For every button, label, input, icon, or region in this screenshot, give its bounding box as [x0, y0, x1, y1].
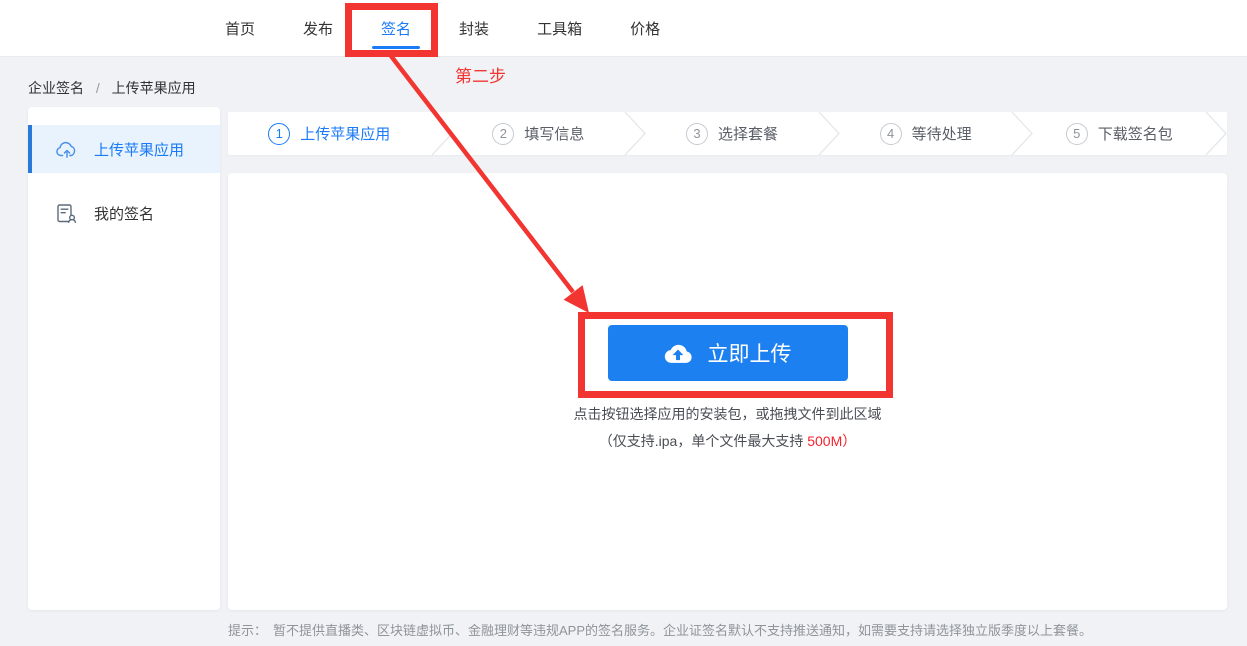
nav-item-package[interactable]: 封装: [459, 18, 489, 39]
main-nav: 首页 发布 签名 封装 工具箱 价格: [0, 0, 1247, 56]
steps-bar: 1 上传苹果应用 2 填写信息 3 选择套餐 4 等待处理 5 下载签名包: [228, 112, 1227, 155]
cloud-upload-icon: [664, 343, 692, 364]
breadcrumb: 企业签名 / 上传苹果应用: [28, 78, 196, 98]
footer-tip: 提示： 暂不提供直播类、区块链虚拟币、金融理财等违规APP的签名服务。企业证签名默…: [228, 620, 1228, 639]
step-label: 选择套餐: [717, 126, 778, 143]
step-number: 5: [1065, 122, 1088, 145]
step-number: 1: [268, 122, 291, 145]
top-navbar: 首页 发布 签名 封装 工具箱 价格: [0, 0, 1247, 57]
sidebar-item-my-signatures[interactable]: 我的签名: [28, 189, 220, 237]
step-label: 下载签名包: [1097, 126, 1173, 143]
max-size-value: 500M: [807, 433, 843, 449]
step-wait-processing: 4 等待处理: [840, 112, 1012, 155]
step-upload-app: 1 上传苹果应用: [228, 112, 431, 155]
tip-label: 提示：: [228, 623, 268, 638]
upload-panel[interactable]: 立即上传 点击按钮选择应用的安装包，或拖拽文件到此区域 （仅支持.ipa，单个文…: [228, 173, 1227, 610]
nav-item-sign[interactable]: 签名: [372, 18, 421, 49]
tip-text: 暂不提供直播类、区块链虚拟币、金融理财等违规APP的签名服务。企业证签名默认不支…: [273, 623, 1093, 638]
upload-now-button[interactable]: 立即上传: [607, 325, 848, 381]
nav-item-toolbox[interactable]: 工具箱: [537, 18, 582, 39]
breadcrumb-item-upload-app: 上传苹果应用: [111, 80, 196, 96]
step-number: 4: [879, 122, 902, 145]
hint-prefix: （仅支持.ipa，单个文件最大支持: [598, 433, 808, 449]
sidebar-item-label: 上传苹果应用: [94, 141, 185, 159]
signature-doc-icon: [56, 203, 78, 223]
chevron-right-icon: [818, 112, 840, 155]
step-label: 上传苹果应用: [300, 126, 391, 143]
step-number: 2: [492, 122, 515, 145]
chevron-right-icon: [1205, 112, 1227, 155]
chevron-right-icon: [1011, 112, 1034, 155]
annotation-step-label: 第二步: [455, 67, 506, 86]
hint-suffix: ）: [842, 433, 857, 449]
chevron-right-icon: [431, 112, 453, 155]
step-choose-plan: 3 选择套餐: [646, 112, 818, 155]
step-fill-info: 2 填写信息: [453, 112, 625, 155]
sidebar-item-label: 我的签名: [94, 205, 155, 223]
upload-hint-line1: 点击按钮选择应用的安装包，或拖拽文件到此区域: [573, 406, 882, 422]
step-download-package: 5 下载签名包: [1033, 112, 1205, 155]
breadcrumb-separator: /: [95, 80, 100, 96]
chevron-right-icon: [624, 112, 647, 155]
nav-item-home[interactable]: 首页: [225, 18, 255, 39]
step-number: 3: [685, 122, 708, 145]
step-label: 等待处理: [911, 126, 972, 143]
nav-item-price[interactable]: 价格: [630, 18, 660, 39]
breadcrumb-item-enterprise-sign[interactable]: 企业签名: [28, 80, 84, 96]
cloud-upload-icon: [56, 140, 78, 158]
step-label: 填写信息: [524, 126, 585, 143]
sidebar-item-upload-app[interactable]: 上传苹果应用: [28, 125, 220, 173]
sidebar: 上传苹果应用 我的签名: [28, 107, 220, 610]
upload-button-label: 立即上传: [707, 343, 792, 366]
upload-hint-line2: （仅支持.ipa，单个文件最大支持 500M）: [228, 431, 1227, 451]
nav-item-publish[interactable]: 发布: [303, 18, 333, 39]
